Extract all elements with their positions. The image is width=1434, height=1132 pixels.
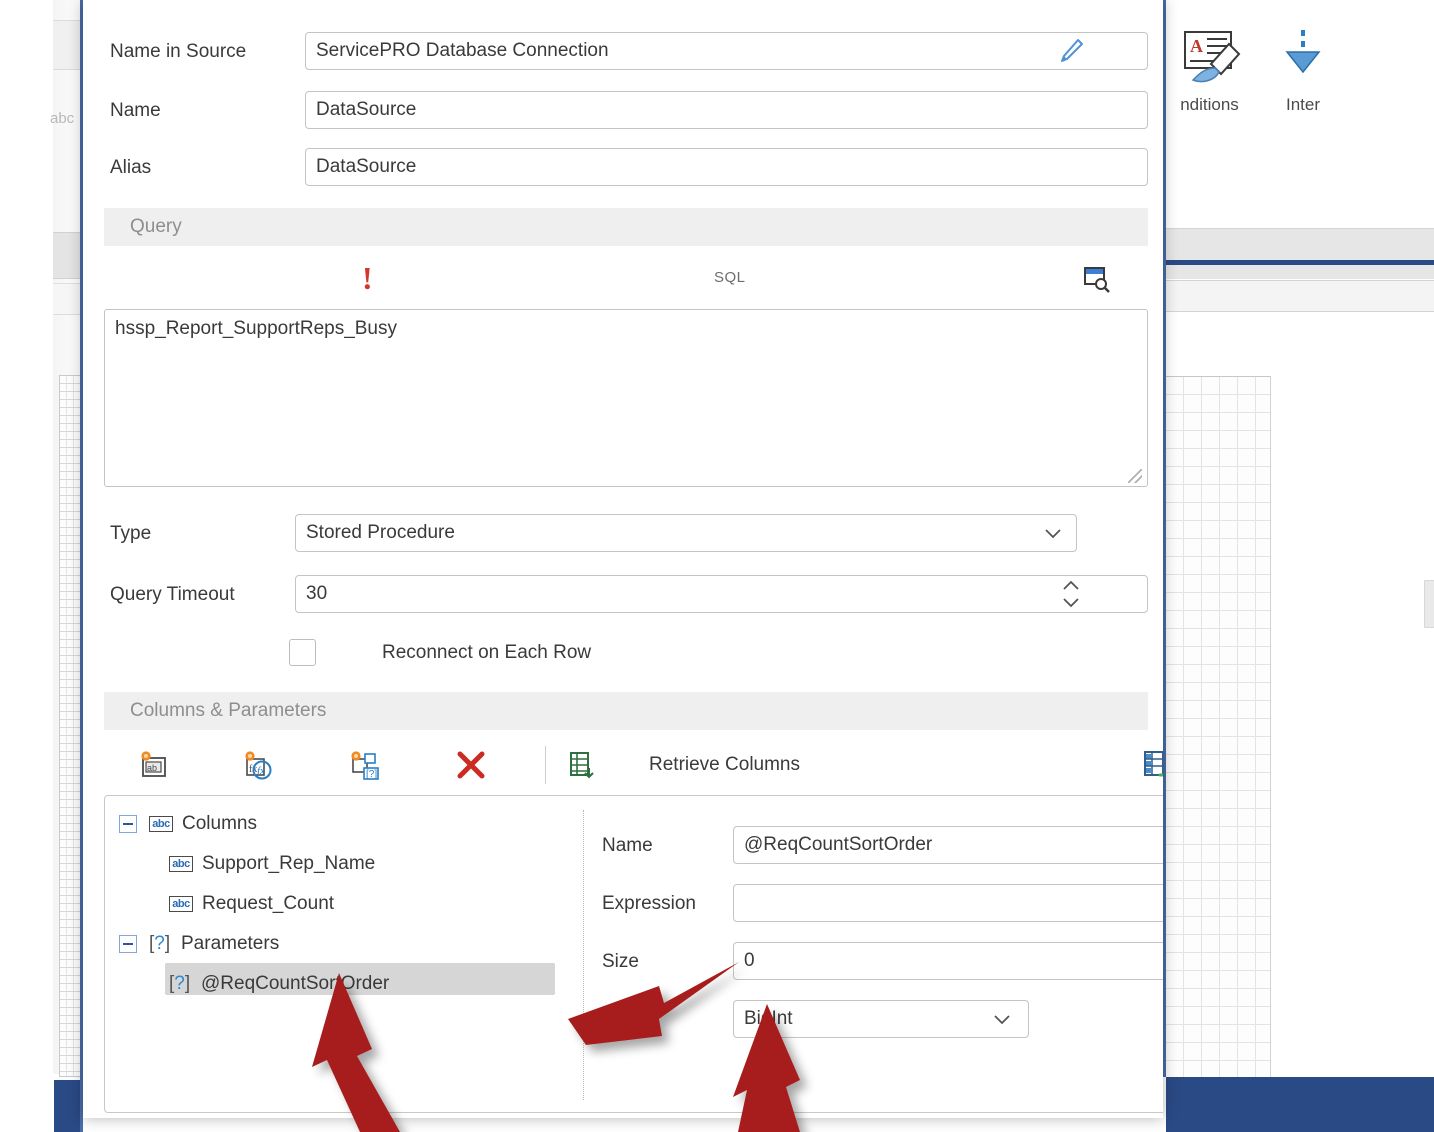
select-query-type[interactable]: Stored Procedure [295,514,1077,552]
tree-item-request-count[interactable]: abc Request_Count [169,886,334,922]
background-blue-bar-left [54,1080,82,1132]
label-parameter-type: Type [602,1000,643,1040]
label-query-type: Type [110,514,151,554]
background-panel-cell-top [53,20,82,70]
conditions-icon: A [1177,28,1243,90]
tree-item-label: Support_Rep_Name [202,853,375,875]
interaction-icon [1273,28,1333,90]
input-parameter-size[interactable]: 0 [733,942,1163,980]
label-name-in-source: Name in Source [110,32,246,72]
new-calculated-column-icon[interactable]: fx fx [241,748,275,782]
add-columns-icon[interactable] [1139,748,1163,782]
label-name: Name [110,91,161,131]
property-row-expression: Expression [602,884,1163,924]
panel-divider [583,810,584,1100]
property-row-name: Name @ReqCountSortOrder [602,826,1163,866]
field-row-alias: Alias DataSource [83,148,1163,188]
property-row-size: Size 0 [602,942,1163,982]
query-preview-icon[interactable] [1082,265,1110,293]
delete-icon[interactable] [452,746,490,784]
resize-grip[interactable] [1128,469,1142,483]
sql-textarea-value: hssp_Report_SupportReps_Busy [115,318,397,339]
chevron-down-icon[interactable] [994,1015,1010,1025]
abc-icon: abc [169,856,193,872]
input-alias[interactable]: DataSource [305,148,1148,186]
label-query-timeout: Query Timeout [110,575,235,615]
new-column-icon[interactable]: ab [137,748,171,782]
background-band-separator [1163,311,1434,312]
checkbox-reconnect-on-each-row[interactable] [289,639,316,666]
tree-item-label: Request_Count [202,893,334,915]
columns-parameters-body: abc Columns abc Support_Rep_Name abc Req… [104,795,1163,1113]
select-parameter-type[interactable]: BigInt [733,1000,1029,1038]
tree-item-label: Parameters [181,933,279,955]
svg-text:fx: fx [257,765,265,777]
svg-text:A: A [1190,36,1203,56]
input-query-timeout-value: 30 [306,583,327,604]
spinner-down-icon[interactable] [1063,598,1079,607]
columns-parameters-toolbar: ab fx fx [?] [104,740,1148,790]
sql-mode-label: SQL [714,255,746,301]
svg-text:[?]: [?] [366,769,377,780]
spinner-up-icon[interactable] [1063,581,1079,590]
warning-exclamation-icon[interactable]: ! [362,255,373,301]
field-row-query-timeout: Query Timeout 30 [83,575,1163,615]
field-row-name-in-source: Name in Source ServicePRO Database Conne… [83,32,1163,72]
label-parameter-expression: Expression [602,884,696,924]
tree-item-support-rep-name[interactable]: abc Support_Rep_Name [169,846,375,882]
new-parameter-icon[interactable]: [?] [347,748,381,782]
section-title-columns-parameters: Columns & Parameters [104,692,1148,730]
label-parameter-size: Size [602,942,639,982]
input-parameter-name[interactable]: @ReqCountSortOrder [733,826,1163,864]
input-parameter-expression[interactable] [733,884,1163,922]
label-alias: Alias [110,148,151,188]
ribbon-button-conditions[interactable]: A nditions [1162,28,1257,115]
sql-toolbar: ! SQL [104,255,1148,301]
ribbon-button-interaction[interactable]: Inter [1258,28,1348,115]
datasource-edit-dialog: Name in Source ServicePRO Database Conne… [83,0,1163,1118]
chevron-down-icon[interactable] [1045,529,1061,539]
tree-item-label: Columns [182,813,257,835]
retrieve-columns-label[interactable]: Retrieve Columns [649,740,800,790]
columns-parameters-tree: abc Columns abc Support_Rep_Name abc Req… [105,796,583,1112]
edit-pencil-icon[interactable] [1058,38,1084,64]
abc-icon: abc [169,896,193,912]
ribbon-label-interaction: Inter [1258,95,1348,115]
background-abc-label: abc [50,110,84,127]
input-name-in-source[interactable]: ServicePRO Database Connection [305,32,1148,70]
background-panel-cell-low [53,283,82,315]
tree-item-req-count-sort-order[interactable]: [?] @ReqCountSortOrder [169,966,389,1002]
label-reconnect-on-each-row: Reconnect on Each Row [382,639,591,666]
expander-icon[interactable] [119,815,137,833]
section-header-columns-parameters: Columns & Parameters [104,692,1148,730]
background-accent-line-right [1163,0,1166,1077]
background-report-band [1163,265,1434,279]
label-parameter-name: Name [602,826,653,866]
sql-textarea[interactable]: hssp_Report_SupportReps_Busy [104,309,1148,487]
field-row-name: Name DataSource [83,91,1163,131]
parameter-icon: [?] [169,973,195,995]
tree-item-label: @ReqCountSortOrder [201,973,389,995]
select-query-type-value: Stored Procedure [306,522,455,543]
input-query-timeout[interactable]: 30 [295,575,1148,613]
retrieve-columns-icon[interactable] [564,748,598,782]
field-row-query-type: Type Stored Procedure [83,514,1163,554]
section-header-query: Query [104,208,1148,246]
background-blue-bar-bottom [1166,1077,1434,1132]
tree-item-columns[interactable]: abc Columns [119,806,257,842]
expander-icon[interactable] [119,935,137,953]
background-design-grid [1166,376,1271,1097]
svg-text:ab: ab [147,763,157,773]
input-name[interactable]: DataSource [305,91,1148,129]
background-report-band [1163,281,1434,311]
vertical-scrollbar[interactable] [1424,580,1434,628]
section-title-query: Query [104,208,1148,246]
abc-icon: abc [149,816,173,832]
background-panel-cell-mid [53,232,82,279]
tree-item-parameters[interactable]: [?] Parameters [119,926,279,962]
ribbon-label-conditions: nditions [1162,95,1257,115]
parameter-icon: [?] [149,933,175,955]
property-row-type: Type BigInt [602,1000,1163,1040]
toolbar-separator [545,746,546,784]
